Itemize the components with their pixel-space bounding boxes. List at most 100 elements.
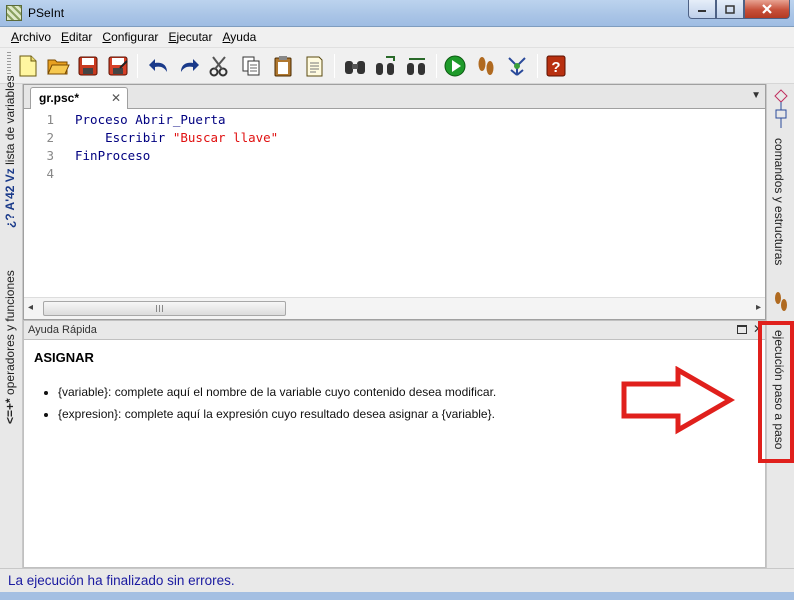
quick-help-title: Ayuda Rápida [28, 324, 97, 336]
minimize-button[interactable] [688, 0, 716, 19]
close-icon [762, 4, 772, 14]
code-line: 4 [24, 165, 765, 183]
line-number: 2 [46, 130, 54, 145]
undo-button[interactable] [145, 52, 173, 80]
operators-glyphs: <=+* [3, 398, 17, 424]
redo-button[interactable] [175, 52, 203, 80]
code-line: 3 FinProceso [24, 147, 765, 165]
paste-icon [274, 56, 292, 77]
tab-list-dropdown-icon[interactable]: ▼ [751, 90, 761, 101]
code-keyword: FinProceso [75, 148, 151, 163]
left-side-panel: ¿? A'42 Vz lista de variables <=+* opera… [0, 76, 23, 568]
find-button[interactable] [341, 52, 369, 80]
scrollbar-thumb[interactable] [43, 301, 286, 316]
step-by-step-button[interactable] [472, 52, 500, 80]
line-code: Escribir "Buscar llave" [75, 129, 278, 147]
menu-ejecutar[interactable]: Ejecutar [163, 27, 217, 48]
help-list: {variable}: complete aquí el nombre de l… [58, 384, 496, 428]
undo-icon [149, 59, 167, 72]
help-item: {variable}: complete aquí el nombre de l… [58, 384, 496, 406]
help-heading: ASIGNAR [34, 350, 94, 365]
horizontal-scrollbar[interactable]: ◂ ▸ [24, 297, 765, 319]
editor-tabstrip: gr.psc* ✕ ▼ [24, 85, 765, 109]
menu-archivo[interactable]: Archivo [6, 27, 56, 48]
help-button[interactable]: ? [542, 52, 570, 80]
code-line: 1 Proceso Abrir_Puerta [24, 111, 765, 129]
title-bar: PSeInt [0, 0, 794, 27]
app-icon [6, 5, 22, 21]
code-text: Abrir_Puerta [127, 112, 226, 127]
help-item: {expresion}: complete aquí la expresión … [58, 406, 496, 428]
cut-icon [209, 56, 228, 77]
file-tab[interactable]: gr.psc* ✕ [30, 87, 128, 109]
find-next-button[interactable] [372, 52, 400, 80]
copy-icon [242, 56, 260, 76]
code-editor[interactable]: 1 Proceso Abrir_Puerta 2 Escribir "Busca… [24, 109, 765, 297]
tab-operators-label: operadores y funciones [3, 270, 17, 395]
status-bar: La ejecución ha finalizado sin errores. [0, 568, 794, 592]
code-keyword: Proceso [75, 112, 128, 127]
save-icon [78, 56, 98, 76]
code-line: 2 Escribir "Buscar llave" [24, 129, 765, 147]
line-code: Proceso Abrir_Puerta [75, 111, 226, 129]
run-button[interactable] [441, 52, 469, 80]
window-bottom-border [0, 592, 794, 600]
find-icon [345, 61, 365, 74]
tab-variables[interactable]: ¿? A'42 Vz lista de variables [3, 76, 17, 229]
maximize-button[interactable] [716, 0, 744, 19]
status-text: La ejecución ha finalizado sin errores. [8, 573, 235, 588]
copy-button[interactable] [237, 52, 265, 80]
save-as-button[interactable] [104, 52, 132, 80]
run-icon [444, 55, 466, 77]
new-file-button[interactable] [14, 52, 42, 80]
quick-help-header: Ayuda Rápida ✕ [23, 320, 766, 340]
replace-button[interactable] [403, 52, 431, 80]
commands-icon [772, 88, 790, 135]
new-file-icon [19, 55, 37, 77]
menu-configurar[interactable]: Configurar [97, 27, 163, 48]
line-number: 4 [46, 166, 54, 181]
find-next-icon [376, 56, 395, 75]
svg-text:?: ? [551, 59, 560, 76]
step-by-step-icon [478, 57, 494, 75]
replace-icon [407, 58, 425, 75]
window-title: PSeInt [28, 6, 65, 20]
cut-button[interactable] [205, 52, 233, 80]
line-number: 3 [46, 148, 54, 163]
save-button[interactable] [74, 52, 102, 80]
redo-icon [181, 59, 199, 72]
toolbar-separator [334, 54, 335, 78]
menu-bar: Archivo Editar Configurar Ejecutar Ayuda [0, 27, 794, 48]
toolbar-separator [537, 54, 538, 78]
scroll-left-arrow-icon[interactable]: ◂ [28, 302, 33, 313]
menu-editar[interactable]: Editar [56, 27, 97, 48]
menu-ayuda[interactable]: Ayuda [217, 27, 261, 48]
editor-panel: gr.psc* ✕ ▼ 1 Proceso Abrir_Puerta 2 Esc… [23, 84, 766, 320]
tab-commands[interactable]: comandos y estructuras [772, 138, 786, 278]
flowchart-button[interactable] [503, 52, 531, 80]
step-icon [772, 290, 790, 317]
highlight-box [758, 321, 794, 463]
tab-close-icon[interactable]: ✕ [111, 91, 121, 105]
file-tab-label: gr.psc* [39, 91, 80, 105]
code-string: "Buscar llave" [172, 130, 279, 145]
scroll-right-arrow-icon[interactable]: ▸ [756, 302, 761, 313]
paste-button[interactable] [269, 52, 297, 80]
arrow-annotation-icon [621, 366, 736, 435]
open-folder-icon [47, 59, 70, 75]
document-icon [306, 56, 323, 77]
flowchart-icon [508, 57, 526, 76]
maximize-panel-icon[interactable] [737, 325, 747, 334]
line-number: 1 [46, 112, 54, 127]
toolbar-separator [137, 54, 138, 78]
open-button[interactable] [44, 52, 72, 80]
tab-operators[interactable]: <=+* operadores y funciones [3, 256, 17, 424]
close-button[interactable] [744, 0, 790, 19]
maximize-icon [725, 4, 735, 14]
code-keyword: Escribir [75, 130, 166, 145]
window-controls [688, 0, 790, 19]
toolbar-separator [436, 54, 437, 78]
toolbar: ? [0, 48, 794, 84]
document-button[interactable] [300, 52, 328, 80]
